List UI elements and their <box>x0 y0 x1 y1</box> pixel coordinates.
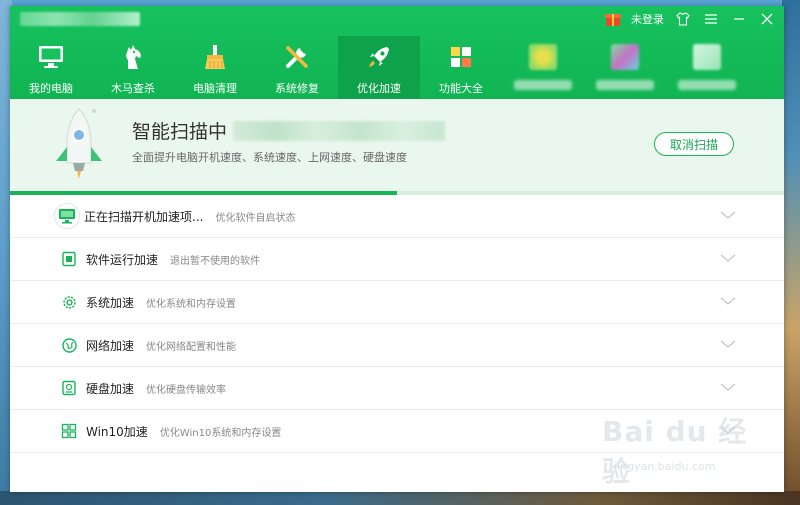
nav-features[interactable]: 功能大全 <box>420 36 502 99</box>
chevron-down-icon[interactable] <box>720 252 736 264</box>
blurred-label <box>678 80 736 90</box>
skin-button[interactable] <box>674 10 692 28</box>
gift-icon[interactable] <box>605 11 621 27</box>
close-icon <box>761 13 773 25</box>
watermark-url: jingyan.baidu.com <box>614 460 716 473</box>
nav-label: 我的电脑 <box>29 82 73 95</box>
chevron-down-icon[interactable] <box>720 295 736 307</box>
rocket-illustration-icon <box>56 108 102 179</box>
rocket-icon <box>364 42 394 72</box>
chevron-down-icon[interactable] <box>720 381 736 393</box>
nav-label: 功能大全 <box>439 82 483 95</box>
nav-blurred-1[interactable] <box>502 36 584 99</box>
desktop-background-bottom <box>0 491 800 505</box>
chevron-down-icon[interactable] <box>720 209 736 221</box>
nav-trojan-scan[interactable]: 木马查杀 <box>92 36 174 99</box>
list-item-title: Win10加速 <box>86 424 148 439</box>
list-item[interactable]: 网络加速 优化网络配置和性能 <box>10 324 784 367</box>
nav-label: 木马查杀 <box>111 82 155 95</box>
windows-icon <box>60 422 78 440</box>
monitor-icon <box>36 42 66 72</box>
list-item-desc: 优化硬盘传输效率 <box>146 384 227 396</box>
list-item[interactable]: 软件运行加速 退出暂不使用的软件 <box>10 238 784 281</box>
app-header: 未登录 我的电脑 木马查杀 电脑清理 系统修复 优化加速 功能大全 <box>10 6 784 99</box>
close-button[interactable] <box>758 10 776 28</box>
blurred-label <box>514 80 572 90</box>
nav-label: 系统修复 <box>275 82 319 95</box>
nav-label: 电脑清理 <box>193 82 237 95</box>
title-bar[interactable]: 未登录 <box>10 6 784 34</box>
app-window: 未登录 我的电脑 木马查杀 电脑清理 系统修复 优化加速 功能大全 智能扫描中 … <box>10 6 784 492</box>
list-item-desc: 优化网络配置和性能 <box>146 341 237 353</box>
scan-title: 智能扫描中 <box>132 117 446 144</box>
gear-icon <box>60 293 78 311</box>
list-item-title: 软件运行加速 <box>86 252 159 267</box>
blurred-app-icon <box>529 44 557 70</box>
list-item-desc: 优化系统和内存设置 <box>146 298 237 310</box>
blurred-app-icon <box>693 44 721 70</box>
scanning-ring <box>54 203 80 229</box>
scan-path-blurred <box>233 120 446 141</box>
disk-icon <box>60 379 78 397</box>
scan-title-text: 智能扫描中 <box>132 121 228 143</box>
nav-my-computer[interactable]: 我的电脑 <box>10 36 92 99</box>
list-item[interactable]: 正在扫描开机加速项... 优化软件自启状态 <box>10 195 784 238</box>
list-item[interactable]: 系统加速 优化系统和内存设置 <box>10 281 784 324</box>
nav-label: 优化加速 <box>357 82 401 95</box>
main-nav: 我的电脑 木马查杀 电脑清理 系统修复 优化加速 功能大全 <box>10 36 784 99</box>
menu-button[interactable] <box>702 10 720 28</box>
nav-blurred-3[interactable] <box>666 36 748 99</box>
tools-icon <box>282 42 312 72</box>
nav-blurred-2[interactable] <box>584 36 666 99</box>
list-item-title: 正在扫描开机加速项... <box>84 209 204 224</box>
nav-cleanup[interactable]: 电脑清理 <box>174 36 256 99</box>
horse-icon <box>118 42 148 72</box>
scan-panel: 智能扫描中 全面提升电脑开机速度、系统速度、上网速度、硬盘速度 取消扫描 <box>10 99 784 195</box>
app-logo-blurred <box>20 12 140 26</box>
blurred-label <box>596 80 654 90</box>
scan-subtitle: 全面提升电脑开机速度、系统速度、上网速度、硬盘速度 <box>132 151 407 164</box>
list-item-title: 网络加速 <box>86 338 135 353</box>
baidu-jingyan-watermark: Bai du 经验 jingyan.baidu.com <box>596 404 756 488</box>
grid-icon <box>446 42 476 72</box>
login-status[interactable]: 未登录 <box>631 11 664 27</box>
shirt-icon <box>676 12 690 26</box>
title-bar-controls: 未登录 <box>605 10 776 28</box>
list-item-title: 系统加速 <box>86 295 135 310</box>
globe-icon <box>60 336 78 354</box>
list-item-desc: 退出暂不使用的软件 <box>170 255 261 267</box>
chevron-down-icon[interactable] <box>720 338 736 350</box>
list-item-desc: 优化软件自启状态 <box>215 212 296 224</box>
app-icon <box>60 250 78 268</box>
nav-system-repair[interactable]: 系统修复 <box>256 36 338 99</box>
minimize-button[interactable] <box>730 10 748 28</box>
hamburger-icon <box>705 14 717 24</box>
blurred-app-icon <box>611 44 639 70</box>
broom-icon <box>200 42 230 72</box>
list-item-title: 硬盘加速 <box>86 381 135 396</box>
desktop-background-right <box>782 0 800 505</box>
list-item-desc: 优化Win10系统和内存设置 <box>159 427 282 439</box>
nav-optimize-speed[interactable]: 优化加速 <box>338 36 420 99</box>
minimize-icon <box>734 18 744 20</box>
watermark-brand: Bai du 经验 <box>602 415 748 488</box>
cancel-scan-button[interactable]: 取消扫描 <box>654 132 734 156</box>
